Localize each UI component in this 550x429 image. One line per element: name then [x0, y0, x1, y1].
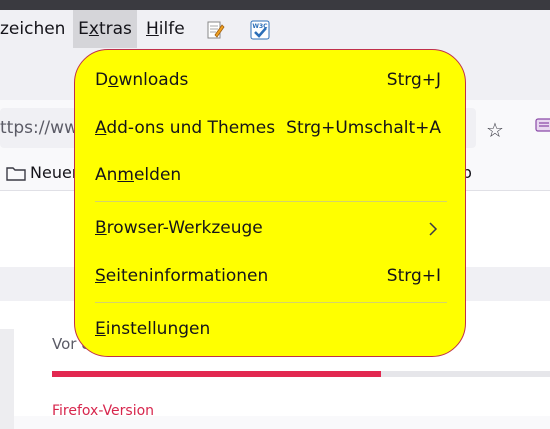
menu-hilfe-label-post: ilfe — [158, 19, 185, 39]
menuitem-downloads[interactable]: Downloads Strg+J — [75, 61, 467, 101]
progress-bar — [52, 371, 550, 377]
label-part: rowser-Werkzeuge — [106, 218, 263, 238]
menu-separator — [95, 201, 447, 202]
menu-lesezeichen[interactable]: zeichen — [0, 10, 69, 48]
menuitem-browser-werkzeuge[interactable]: Browser-Werkzeuge — [75, 209, 467, 249]
menu-lesezeichen-label: zeichen — [0, 19, 66, 39]
label-part: elden — [133, 165, 182, 185]
menu-extras-label-pre: E — [78, 19, 89, 39]
accesskey: B — [95, 218, 107, 238]
label-part: eiteninformationen — [105, 266, 269, 286]
menu-extras-accesskey: x — [88, 19, 99, 39]
label-part: instellungen — [105, 319, 211, 339]
menu-separator — [95, 302, 447, 303]
menu-extras-label-post: tras — [98, 19, 132, 39]
side-panel — [0, 329, 14, 429]
label-part: wnloads — [118, 70, 189, 90]
w3c-validator-icon[interactable]: W3C — [250, 20, 270, 40]
menu-hilfe-accesskey: H — [146, 19, 159, 39]
firefox-version-link[interactable]: Firefox-Version — [52, 403, 154, 419]
accesskey: E — [95, 319, 106, 339]
accesskey: m — [117, 165, 134, 185]
menuitem-downloads-label: Downloads — [95, 70, 188, 90]
label-part: An — [95, 165, 118, 185]
accesskey: S — [95, 266, 106, 286]
label-part: dd-ons und Themes — [106, 118, 276, 138]
extras-menu-popup: Downloads Strg+J Add-ons und Themes Strg… — [74, 49, 466, 357]
shortcut-label: Strg+I — [386, 266, 441, 286]
menuitem-seiteninfo-label: Seiteninformationen — [95, 266, 268, 286]
menu-extras[interactable]: Extras — [73, 10, 137, 48]
menuitem-einstellungen[interactable]: Einstellungen — [75, 310, 467, 350]
menuitem-seiteninformationen[interactable]: Seiteninformationen Strg+I — [75, 257, 467, 297]
menuitem-addons-themes[interactable]: Add-ons und Themes Strg+Umschalt+A — [75, 109, 467, 149]
folder-icon — [6, 167, 26, 181]
menuitem-werkzeuge-label: Browser-Werkzeuge — [95, 218, 263, 238]
extension-icon[interactable] — [535, 116, 550, 134]
chevron-right-icon — [429, 222, 438, 236]
progress-bar-fill — [52, 371, 381, 377]
url-text: ttps://ww — [0, 118, 78, 138]
shortcut-label: Strg+J — [386, 70, 441, 90]
edit-note-icon[interactable] — [205, 20, 225, 40]
bookmark-star-icon[interactable]: ☆ — [486, 118, 504, 142]
menuitem-anmelden-label: Anmelden — [95, 165, 181, 185]
bookmark-folder-label[interactable]: Neuer — [30, 163, 78, 182]
menuitem-anmelden[interactable]: Anmelden — [75, 156, 467, 196]
accesskey: o — [108, 70, 119, 90]
label-part: D — [95, 70, 109, 90]
shortcut-label: Strg+Umschalt+A — [286, 118, 441, 138]
menuitem-addons-label: Add-ons und Themes — [95, 118, 275, 138]
accesskey: A — [95, 118, 107, 138]
menu-bar: zeichen Extras Hilfe W3C — [0, 10, 550, 48]
menu-hilfe[interactable]: Hilfe — [146, 10, 185, 48]
menuitem-einstellungen-label: Einstellungen — [95, 319, 210, 339]
window-titlebar — [0, 0, 550, 10]
